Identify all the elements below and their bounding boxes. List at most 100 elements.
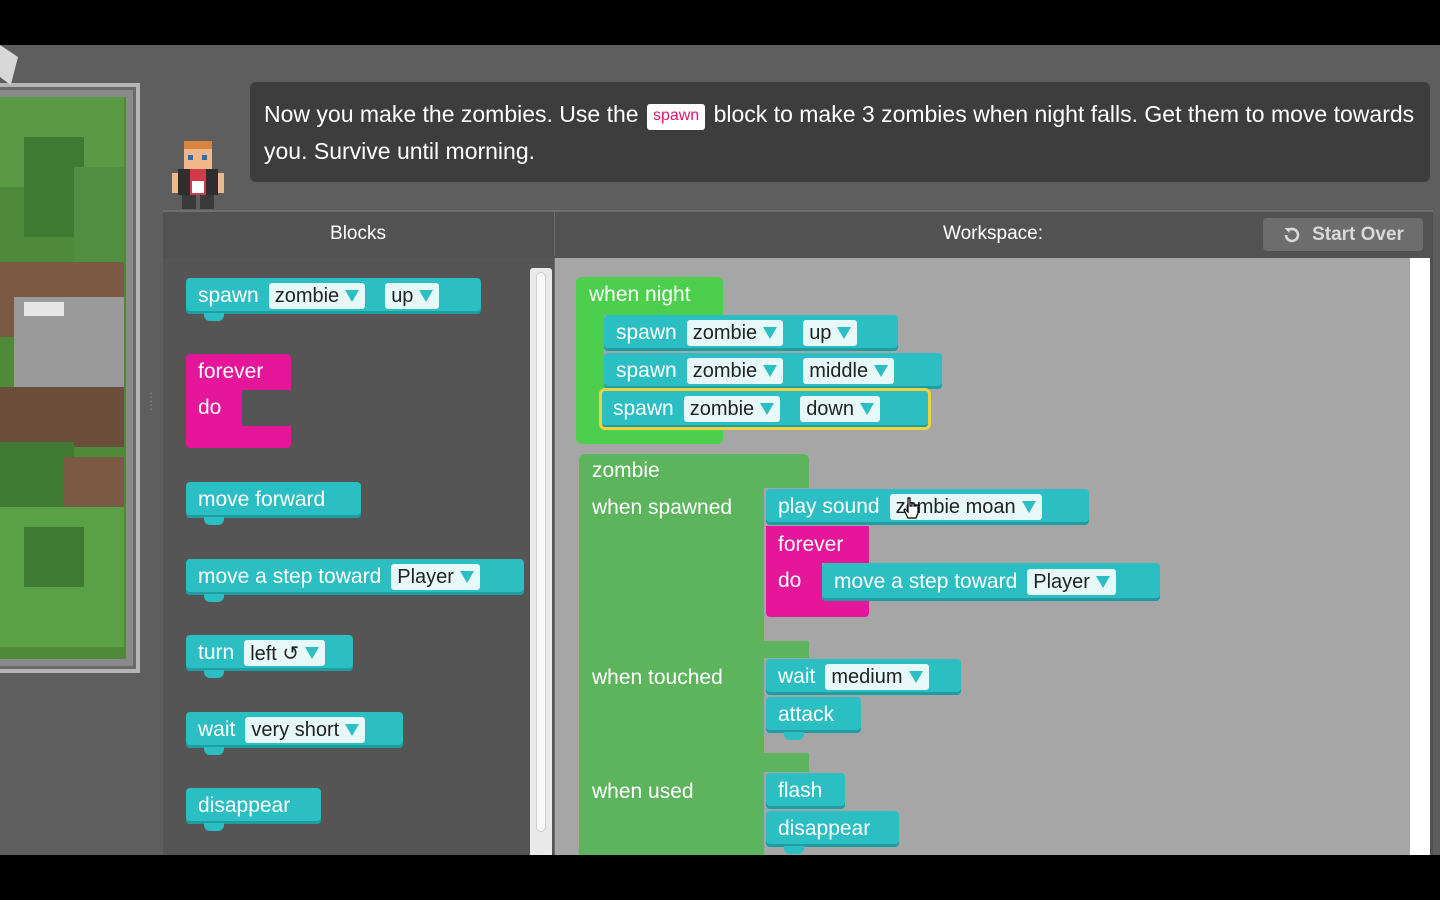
- dropdown-arrow-icon: [1021, 501, 1036, 513]
- when-used-label: when used: [592, 780, 694, 803]
- dropdown-value: Player: [1033, 570, 1090, 593]
- dropdown-value: zombie: [274, 284, 340, 307]
- workspace-scrollbar[interactable]: [1410, 258, 1430, 855]
- spawn-block-1[interactable]: spawn zombie up: [604, 315, 898, 351]
- turn-dropdown[interactable]: left ↺: [244, 640, 326, 666]
- attack-block[interactable]: attack: [766, 697, 861, 740]
- disappear-block[interactable]: disappear: [766, 811, 899, 854]
- dropdown-arrow-icon: [837, 327, 852, 339]
- dropdown-arrow-icon: [1095, 576, 1110, 588]
- game-viewport[interactable]: [0, 83, 140, 673]
- hand-cursor-icon: [903, 497, 919, 519]
- mob-dropdown[interactable]: zombie: [686, 320, 784, 346]
- direction-dropdown[interactable]: down: [800, 396, 880, 422]
- spawn-block-3-selected[interactable]: spawn zombie down: [599, 388, 931, 430]
- dropdown-arrow-icon: [908, 671, 923, 683]
- toolbox-forever-bottom[interactable]: [186, 426, 291, 448]
- block-label: disappear: [198, 794, 291, 817]
- block-label: move a step toward: [198, 565, 382, 588]
- when-night-body: [576, 315, 604, 433]
- workspace-header-label: Workspace:: [943, 223, 1043, 244]
- block-label: play sound: [778, 495, 880, 518]
- dropdown-value: down: [806, 397, 854, 420]
- toolbox-scrollbar[interactable]: [530, 268, 552, 855]
- instructions-keyword: spawn: [646, 104, 706, 130]
- toolbox-move-step-block[interactable]: move a step toward Player: [186, 559, 524, 602]
- toolbox-forever-block[interactable]: forever: [186, 354, 291, 390]
- target-dropdown[interactable]: Player: [1027, 569, 1116, 595]
- viewport-corner-decoration: [0, 45, 18, 85]
- dropdown-value: up: [809, 321, 832, 344]
- avatar: [172, 141, 224, 209]
- dropdown-arrow-icon: [874, 365, 889, 377]
- dropdown-arrow-icon: [419, 290, 434, 302]
- forever-bottom: [766, 599, 869, 617]
- forever-block[interactable]: forever: [766, 526, 869, 563]
- block-label: move forward: [198, 488, 326, 511]
- toolbox-forever-do[interactable]: do: [186, 390, 242, 426]
- when-night-label: when night: [589, 283, 691, 306]
- block-label: do: [778, 569, 802, 592]
- forever-slot: [243, 398, 291, 424]
- blocks-header-label: Blocks: [330, 223, 386, 244]
- dropdown-arrow-icon: [860, 403, 874, 415]
- block-label: wait: [778, 665, 816, 688]
- dropdown-arrow-icon: [305, 647, 320, 659]
- block-label: disappear: [778, 817, 871, 840]
- block-label: flash: [778, 779, 823, 802]
- when-touched-label: when touched: [592, 666, 723, 689]
- workspace-header: Workspace: Start Over: [554, 212, 1431, 256]
- direction-dropdown[interactable]: up: [385, 283, 440, 309]
- flash-block[interactable]: flash: [766, 773, 845, 809]
- dropdown-value: medium: [831, 665, 903, 688]
- duration-dropdown[interactable]: medium: [825, 664, 929, 690]
- block-label: do: [198, 396, 222, 419]
- code-panel: Blocks Workspace: Start Over spawn zombi…: [145, 210, 1433, 855]
- block-label: attack: [778, 703, 835, 726]
- dropdown-value: zombie: [692, 359, 758, 382]
- duration-dropdown[interactable]: very short: [245, 717, 366, 743]
- drag-handle-icon[interactable]: ⋮ ⋮: [145, 391, 157, 423]
- dropdown-arrow-icon: [345, 290, 360, 302]
- mob-dropdown[interactable]: zombie: [683, 396, 781, 422]
- mob-dropdown[interactable]: zombie: [268, 283, 366, 309]
- block-label: forever: [198, 360, 264, 383]
- instructions-box: Now you make the zombies. Use the spawn …: [250, 82, 1430, 182]
- zombie-title: zombie: [592, 459, 660, 482]
- block-label: forever: [778, 532, 844, 556]
- restart-icon: [1284, 227, 1300, 242]
- direction-dropdown[interactable]: middle: [803, 358, 895, 384]
- start-over-button[interactable]: Start Over: [1263, 218, 1423, 251]
- block-label: move a step toward: [834, 570, 1018, 593]
- when-night-bottom: [576, 430, 723, 444]
- start-over-label: Start Over: [1312, 223, 1404, 245]
- wait-block[interactable]: wait medium: [766, 659, 961, 695]
- toolbox-wait-block[interactable]: wait very short: [186, 712, 403, 755]
- dropdown-arrow-icon: [345, 724, 360, 736]
- dropdown-arrow-icon: [459, 571, 474, 583]
- mob-dropdown[interactable]: zombie: [686, 358, 784, 384]
- spawn-block-2[interactable]: spawn zombie middle: [604, 353, 942, 389]
- workspace[interactable]: when night spawn zombie up spawn zombie …: [554, 258, 1419, 855]
- move-step-block[interactable]: move a step toward Player: [822, 563, 1160, 601]
- target-dropdown[interactable]: Player: [391, 564, 480, 590]
- dropdown-value: Player: [397, 565, 454, 588]
- toolbox-spawn-block[interactable]: spawn zombie up: [186, 278, 481, 321]
- toolbox-turn-block[interactable]: turn left ↺: [186, 635, 353, 678]
- toolbox: spawn zombie up forever do move forward …: [145, 258, 553, 855]
- when-spawned-label: when spawned: [592, 496, 733, 519]
- dropdown-value: zombie: [689, 397, 755, 420]
- direction-dropdown[interactable]: up: [803, 320, 858, 346]
- block-label: turn: [198, 641, 235, 664]
- screen: Now you make the zombies. Use the spawn …: [0, 45, 1440, 855]
- toolbox-move-forward-block[interactable]: move forward: [186, 482, 361, 525]
- toolbox-scrollbar-thumb[interactable]: [536, 272, 546, 832]
- toolbox-disappear-block[interactable]: disappear: [186, 788, 321, 831]
- play-sound-block[interactable]: play sound zombie moan: [766, 489, 1089, 525]
- block-label: spawn: [616, 359, 677, 382]
- forever-do[interactable]: do: [766, 563, 822, 599]
- block-label: spawn: [198, 284, 259, 307]
- block-label: spawn: [613, 397, 674, 420]
- game-map: [0, 97, 126, 659]
- block-label: wait: [198, 718, 236, 741]
